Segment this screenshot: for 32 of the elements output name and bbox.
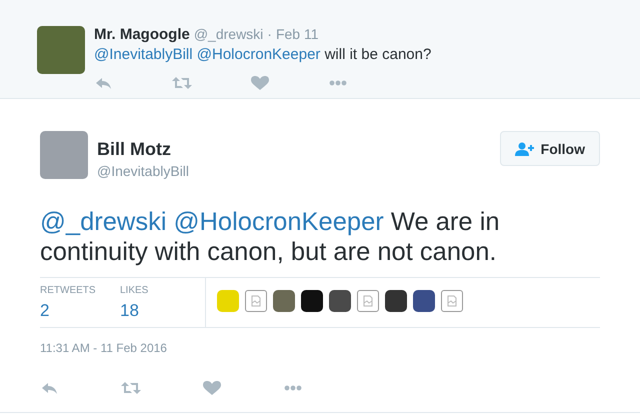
- broken-image-icon[interactable]: [441, 290, 463, 312]
- stat-label: RETWEETS: [40, 285, 97, 296]
- user-handle: @InevitablyBill: [97, 163, 190, 179]
- retweet-icon[interactable]: [121, 380, 141, 396]
- broken-image-icon[interactable]: [245, 290, 267, 312]
- tweet-timestamp: 11:31 AM - 11 Feb 2016: [40, 341, 168, 355]
- liker-avatar[interactable]: [301, 290, 323, 312]
- retweet-icon[interactable]: [172, 75, 192, 91]
- heart-icon[interactable]: [250, 75, 270, 91]
- avatar-photo-placeholder: [40, 131, 88, 179]
- mention-link[interactable]: @HolocronKeeper: [174, 208, 384, 236]
- tweet-date: Feb 11: [276, 26, 319, 42]
- stat-count[interactable]: 2: [40, 301, 120, 321]
- liker-avatar[interactable]: [329, 290, 351, 312]
- tweet-text: @_drewski @HolocronKeeper We are in continuity with canon, but are not canon.: [40, 207, 501, 267]
- heart-icon[interactable]: [202, 380, 222, 396]
- separator-dot: ·: [267, 26, 272, 42]
- avatar-photo-placeholder: [37, 26, 85, 74]
- liker-avatar[interactable]: [385, 290, 407, 312]
- follow-button[interactable]: Follow: [500, 131, 600, 166]
- broken-image-icon[interactable]: [357, 290, 379, 312]
- user-handle: @_drewski: [194, 26, 264, 42]
- mention-link[interactable]: @InevitablyBill: [94, 46, 193, 63]
- mention-link[interactable]: @HolocronKeeper: [196, 46, 320, 63]
- liker-avatar[interactable]: [413, 290, 435, 312]
- user-name: Bill Motz: [97, 139, 172, 160]
- tweet-text: @InevitablyBill @HolocronKeeper will it be canon?: [94, 45, 432, 65]
- user-name: Mr. Magoogle: [94, 26, 190, 43]
- stat-count[interactable]: 18: [120, 301, 205, 321]
- mention-link[interactable]: @_drewski: [40, 208, 167, 236]
- stat-label: LIKES: [120, 285, 150, 296]
- add-user-icon: [514, 142, 535, 156]
